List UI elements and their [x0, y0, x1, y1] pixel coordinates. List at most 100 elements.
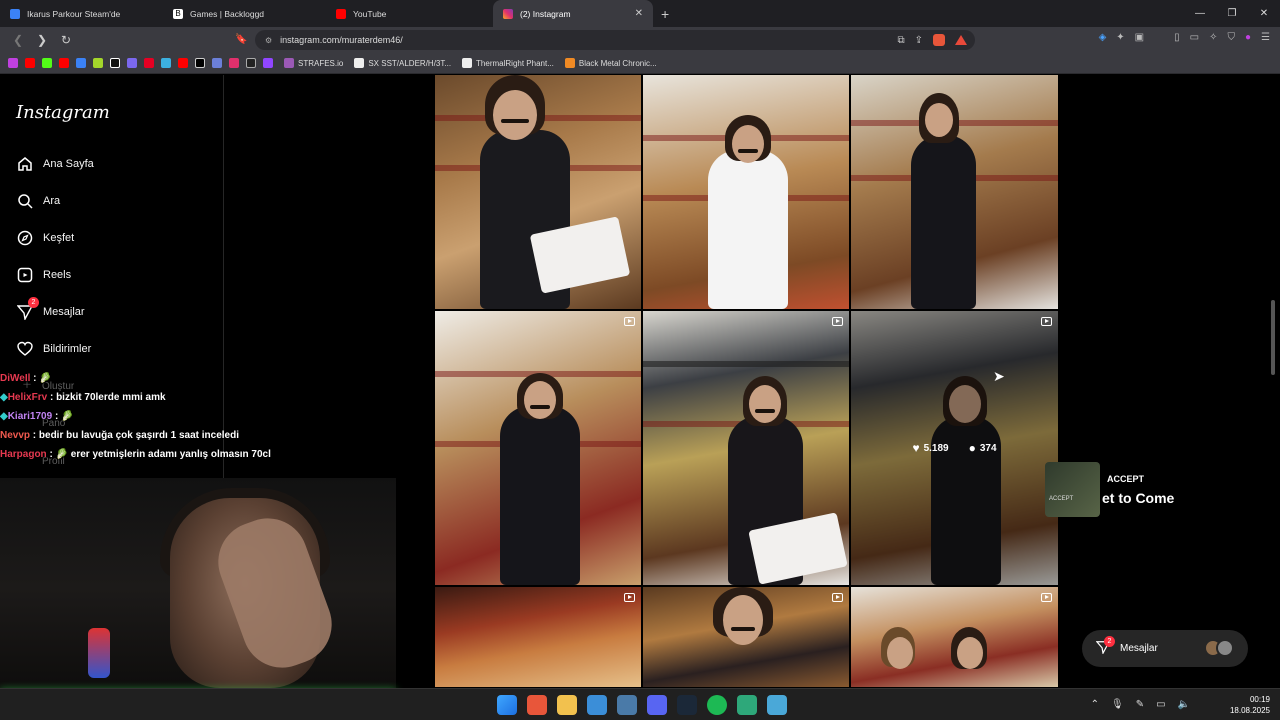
bookmark-favicon-icon[interactable]	[212, 58, 222, 68]
youtube-bookmark-icon[interactable]	[25, 58, 35, 68]
messages-label: Mesajlar	[1120, 643, 1158, 654]
shield-icon[interactable]: ⛉	[1227, 32, 1235, 43]
chat-badge-icon: ◆	[0, 411, 8, 422]
bookmark-icon[interactable]: 🔖	[235, 34, 247, 45]
post-thumbnail[interactable]	[851, 75, 1058, 309]
leo-icon[interactable]: ✧	[1209, 32, 1217, 43]
bookmark-black-metal[interactable]: Black Metal Chronic...	[564, 58, 657, 68]
windows-start-icon[interactable]	[497, 695, 517, 715]
discord-icon[interactable]	[647, 695, 667, 715]
tab-title: YouTube	[353, 8, 387, 19]
menu-icon[interactable]: ☰	[1261, 32, 1270, 43]
post-thumbnail[interactable]	[851, 587, 1058, 687]
kick-bookmark-icon[interactable]	[42, 58, 52, 68]
site-info-icon[interactable]: ⚙	[265, 36, 272, 45]
photos-icon[interactable]	[587, 695, 607, 715]
new-tab-button[interactable]: +	[661, 6, 669, 22]
tab-title: Games | Backloggd	[190, 8, 265, 19]
home-icon	[16, 155, 33, 172]
restore-button[interactable]: ❐	[1216, 8, 1248, 19]
tab-title: Ikarus Parkour Steam'de	[27, 8, 121, 19]
tiktok-bookmark-icon[interactable]	[110, 58, 120, 68]
post-thumbnail[interactable]	[643, 311, 849, 585]
taskbar-clock[interactable]: 00:19 18.08.2025	[1230, 694, 1270, 716]
notepad-icon[interactable]	[767, 695, 787, 715]
instagram-bookmark-icon[interactable]	[229, 58, 239, 68]
now-playing-overlay: ACCEPT ACCEPT et to Come	[1045, 462, 1195, 517]
post-thumbnail-hovered[interactable]: ♥ 5.189 ● 374	[851, 311, 1058, 585]
windows-taskbar: ⌃ 🎙 ✎ ▭ 🔈 00:19 18.08.2025	[0, 688, 1280, 720]
network-icon[interactable]: ▭	[1156, 699, 1165, 710]
youtube-bookmark-icon[interactable]	[178, 58, 188, 68]
extensions-area: ◈ ✦ ▣ ▯ ▭ ✧ ⛉ ● ☰	[1099, 32, 1270, 43]
url-text: instagram.com/muraterdem46/	[280, 35, 403, 45]
share-icon[interactable]: ⇪	[915, 35, 923, 46]
wallet-icon[interactable]: ▭	[1190, 32, 1199, 43]
tab-backloggd[interactable]: B Games | Backloggd	[163, 0, 326, 27]
messages-badge: 2	[1104, 636, 1115, 647]
reload-icon[interactable]: ↻	[56, 33, 76, 47]
youtube-bookmark-icon[interactable]	[59, 58, 69, 68]
pen-icon[interactable]: ✎	[1136, 699, 1144, 710]
microphone-icon[interactable]: 🎙	[1111, 699, 1124, 710]
bookmark-sx[interactable]: SX SST/ALDER/H/3T...	[354, 58, 451, 68]
app-icon[interactable]	[737, 695, 757, 715]
brave-browser-icon[interactable]	[527, 695, 547, 715]
forward-icon[interactable]: ❯	[32, 33, 52, 47]
chat-text: bizkit 70lerde mmi amk	[56, 392, 166, 403]
address-toolbar: ❮ ❯ ↻ 🔖 ⚙ instagram.com/muraterdem46/ ⧉ …	[0, 27, 1280, 53]
post-thumbnail[interactable]	[435, 75, 641, 309]
post-thumbnail[interactable]	[435, 587, 641, 687]
artist-name: ACCEPT	[1107, 474, 1145, 484]
spotify-icon[interactable]	[707, 695, 727, 715]
messages-popup-button[interactable]: 2 Mesajlar	[1082, 630, 1248, 667]
tab-youtube[interactable]: YouTube	[326, 0, 489, 27]
sidebar-item-reels[interactable]: Reels	[16, 266, 71, 283]
tab-steam[interactable]: Ikarus Parkour Steam'de	[0, 0, 163, 27]
bookmark-favicon-icon[interactable]	[8, 58, 18, 68]
brave-rewards-icon[interactable]	[955, 35, 967, 45]
vpn-icon[interactable]: ◈	[1099, 32, 1107, 43]
minimize-button[interactable]: —	[1184, 8, 1216, 19]
steam-icon[interactable]	[677, 695, 697, 715]
sidebar-toggle-icon[interactable]: ▯	[1174, 32, 1180, 43]
sidebar-item-search[interactable]: Ara	[16, 192, 60, 209]
pinterest-bookmark-icon[interactable]	[144, 58, 154, 68]
post-thumbnail[interactable]	[435, 311, 641, 585]
tab-instagram[interactable]: (2) Instagram ✕	[493, 0, 653, 27]
volume-icon[interactable]: 🔈	[1178, 699, 1190, 710]
x-bookmark-icon[interactable]	[195, 58, 205, 68]
open-external-icon[interactable]: ⧉	[897, 35, 904, 46]
post-thumbnail[interactable]	[643, 587, 849, 687]
close-window-button[interactable]: ✕	[1248, 8, 1280, 19]
sidebar-item-notifications[interactable]: Bildirimler	[16, 340, 91, 357]
twitch-bookmark-icon[interactable]	[263, 58, 273, 68]
page-scrollbar[interactable]	[1271, 300, 1275, 375]
bookmark-favicon-icon[interactable]	[76, 58, 86, 68]
bookmark-strafes[interactable]: STRAFES.io	[284, 58, 343, 68]
reel-icon	[624, 317, 635, 326]
close-tab-icon[interactable]: ✕	[635, 8, 643, 19]
url-bar[interactable]: ⚙ instagram.com/muraterdem46/ ⧉ ⇪	[255, 30, 975, 50]
tab-strip: Ikarus Parkour Steam'de B Games | Backlo…	[0, 0, 1280, 27]
post-thumbnail[interactable]	[643, 75, 849, 309]
bookmark-favicon-icon[interactable]	[127, 58, 137, 68]
app-icon[interactable]	[617, 695, 637, 715]
extensions-icon[interactable]: ✦	[1116, 32, 1124, 43]
message-avatars	[1204, 639, 1234, 657]
brave-shields-icon[interactable]	[933, 34, 945, 46]
back-icon[interactable]: ❮	[8, 33, 28, 47]
sidebar-item-explore[interactable]: Keşfet	[16, 229, 74, 246]
bookmark-thermalright[interactable]: ThermalRight Phant...	[462, 58, 554, 68]
chat-username: DiWeIl	[0, 373, 31, 384]
bookmark-favicon-icon[interactable]	[161, 58, 171, 68]
instagram-logo[interactable]: Instagram	[16, 102, 110, 123]
bookmark-favicon-icon[interactable]	[93, 58, 103, 68]
file-explorer-icon[interactable]	[557, 695, 577, 715]
bookmark-favicon-icon[interactable]	[246, 58, 256, 68]
chevron-up-icon[interactable]: ⌃	[1091, 699, 1099, 710]
media-icon[interactable]: ▣	[1135, 32, 1144, 43]
sidebar-item-home[interactable]: Ana Sayfa	[16, 155, 94, 172]
sidebar-item-messages[interactable]: 2 Mesajlar	[16, 297, 85, 320]
profile-icon[interactable]: ●	[1245, 32, 1251, 43]
